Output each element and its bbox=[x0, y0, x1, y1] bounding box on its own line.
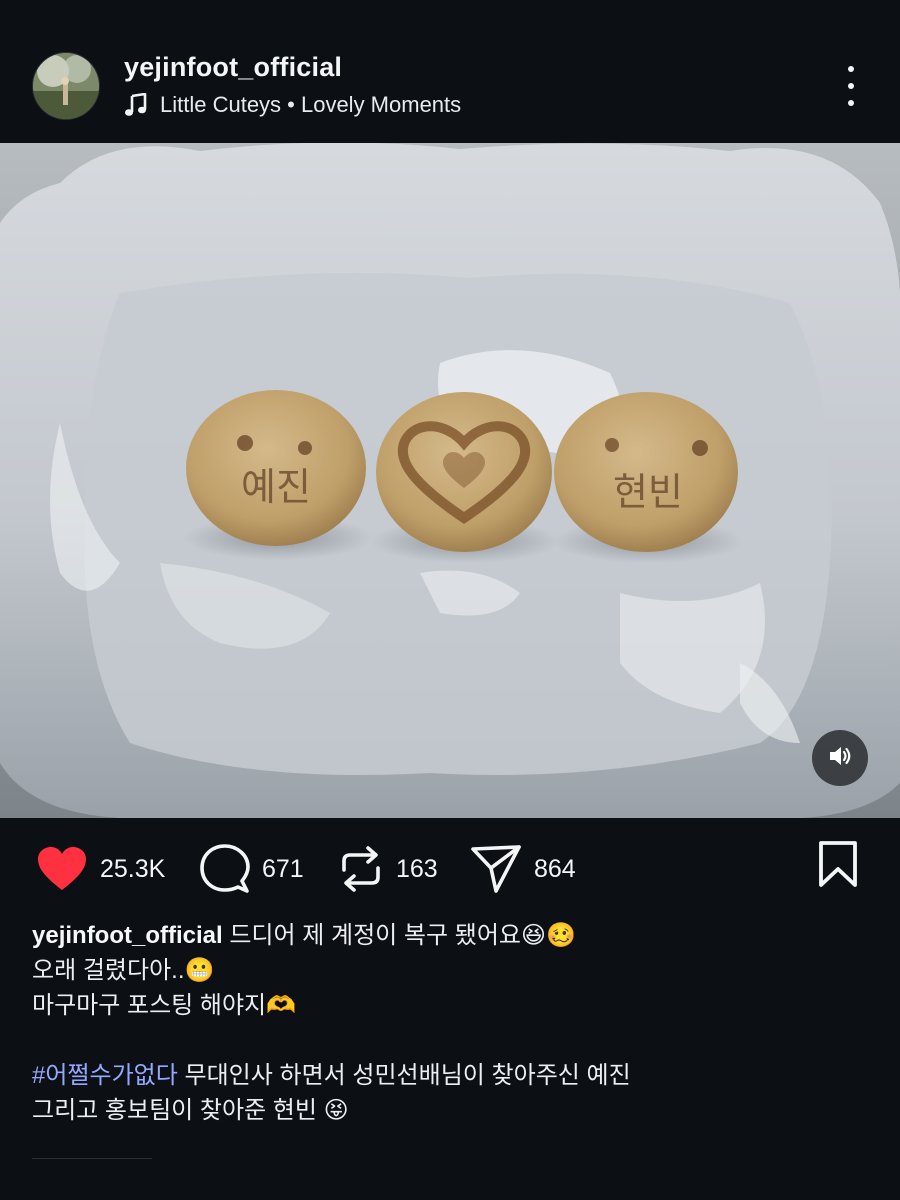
caption-line-4: #어쩔수가없다 무대인사 하면서 성민선배님이 찾아주신 예진 bbox=[32, 1058, 872, 1093]
repost-count: 163 bbox=[396, 854, 438, 883]
kebab-dot bbox=[848, 83, 854, 89]
like-count: 25.3K bbox=[100, 854, 166, 883]
music-title: Little Cuteys • Lovely Moments bbox=[160, 92, 462, 117]
more-options-icon[interactable] bbox=[836, 66, 866, 106]
caption-line-2: 오래 걸렸다아..😬 bbox=[32, 957, 215, 984]
comment-button[interactable]: 671 bbox=[200, 844, 304, 894]
profile-avatar[interactable] bbox=[33, 53, 99, 119]
cookie-right-text: 현빈 bbox=[613, 470, 683, 514]
share-count: 864 bbox=[534, 854, 576, 883]
post-photo: 예진 현빈 bbox=[0, 143, 900, 818]
post-username[interactable]: yejinfoot_official bbox=[124, 52, 342, 83]
share-button[interactable]: 864 bbox=[470, 844, 576, 894]
action-bar: 25.3K 671 163 864 bbox=[0, 818, 900, 918]
cookie-left-text: 예진 bbox=[241, 465, 311, 509]
caption-line-3: 마구마구 포스팅 해야지🫶 bbox=[32, 992, 297, 1019]
music-info[interactable]: Little Cuteys • Lovely Moments bbox=[124, 92, 461, 118]
cookie-left: 예진 bbox=[186, 390, 366, 546]
share-icon bbox=[470, 844, 522, 894]
kebab-dot bbox=[848, 100, 854, 106]
kebab-dot bbox=[848, 66, 854, 72]
caption-line-5: 그리고 홍보팀이 찾아준 현빈 😝 bbox=[32, 1097, 349, 1124]
caption-divider bbox=[32, 1158, 152, 1159]
caption-username[interactable]: yejinfoot_official bbox=[32, 922, 223, 949]
bookmark-button[interactable] bbox=[816, 840, 860, 893]
post-caption: yejinfoot_official 드디어 제 계정이 복구 됐어요😆🥴 오래… bbox=[32, 918, 872, 1128]
post-header: yejinfoot_official Little Cuteys • Lovel… bbox=[0, 0, 900, 143]
post-media[interactable]: 예진 현빈 bbox=[0, 143, 900, 818]
caption-line-1: yejinfoot_official 드디어 제 계정이 복구 됐어요😆🥴 bbox=[32, 918, 872, 953]
hashtag-link[interactable]: #어쩔수가없다 bbox=[32, 1062, 178, 1089]
like-button[interactable]: 25.3K bbox=[36, 844, 165, 894]
cookie-middle bbox=[376, 392, 552, 552]
bookmark-icon bbox=[816, 841, 860, 892]
repost-button[interactable]: 163 bbox=[338, 844, 438, 894]
caption-text-1: 드디어 제 계정이 복구 됐어요😆🥴 bbox=[222, 922, 576, 949]
repost-icon bbox=[338, 844, 384, 894]
cookie-right: 현빈 bbox=[554, 392, 738, 552]
mute-button[interactable] bbox=[812, 730, 868, 786]
music-note-icon bbox=[124, 93, 148, 117]
speaker-icon bbox=[827, 743, 853, 774]
comment-count: 671 bbox=[262, 854, 304, 883]
heart-icon bbox=[36, 846, 88, 892]
caption-text-4: 무대인사 하면서 성민선배님이 찾아주신 예진 bbox=[177, 1062, 631, 1089]
comment-icon bbox=[200, 844, 250, 894]
